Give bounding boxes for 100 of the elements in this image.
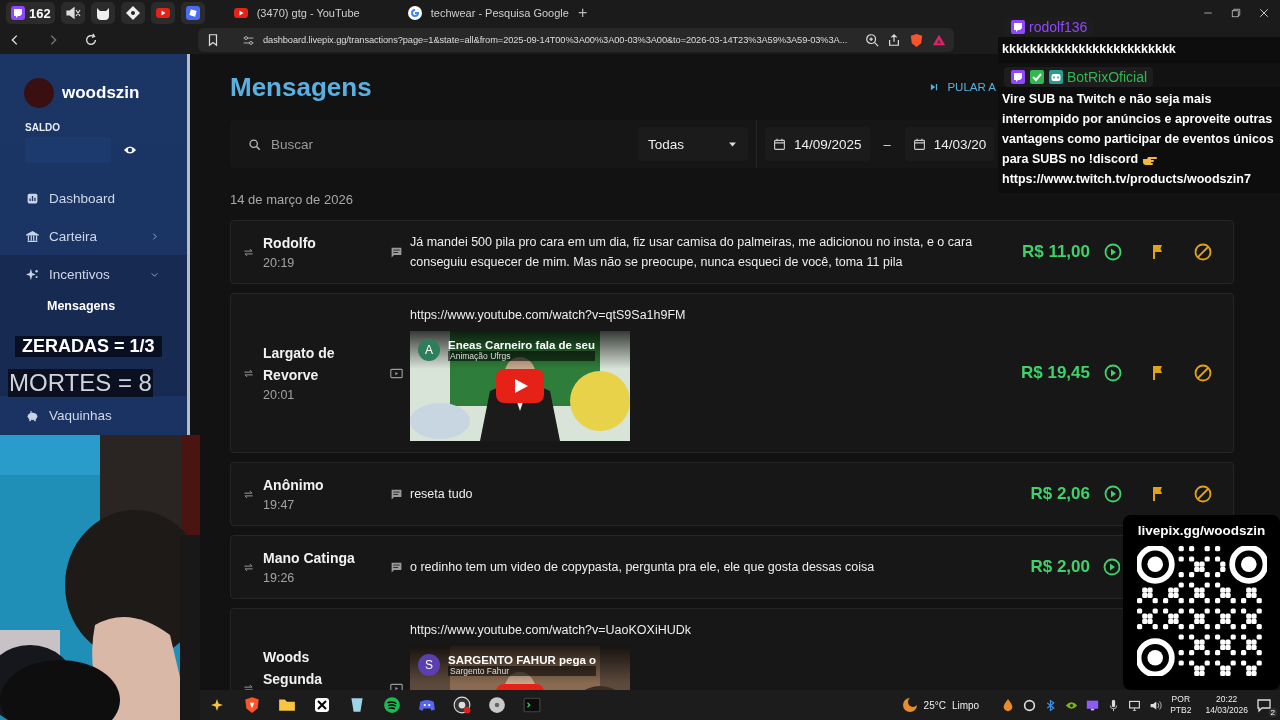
zoom-icon[interactable] (865, 33, 879, 47)
monitor-icon[interactable] (1086, 698, 1100, 712)
end-date-field[interactable]: 14/03/20 (904, 127, 995, 161)
donation-amount: R$ 2,00 (1030, 557, 1090, 576)
chat-username: BotRixOficial (1067, 69, 1148, 85)
clock-time[interactable]: 20:22 (1216, 694, 1238, 705)
sidebar-item[interactable]: Incentivos (0, 255, 187, 293)
check-icon (1029, 69, 1045, 85)
calendar-icon (912, 137, 926, 151)
sidebar-item[interactable]: Dashboard (0, 179, 187, 217)
transfer-icon (243, 561, 254, 573)
block-icon[interactable] (1193, 485, 1212, 503)
video-url[interactable]: https://www.youtube.com/watch?v=UaoKOXiHUDk (410, 620, 990, 640)
restore-icon[interactable] (1230, 7, 1242, 19)
sound-waves-icon[interactable] (382, 696, 401, 714)
pinned-tab[interactable]: 162 (6, 2, 55, 24)
muted-icon (64, 5, 81, 21)
terminal-icon[interactable] (522, 696, 541, 714)
pinned-tab[interactable] (180, 2, 205, 24)
donation-time: 20:01 (263, 387, 296, 404)
share-icon[interactable] (887, 33, 901, 47)
network-icon[interactable] (1128, 698, 1142, 712)
bookmark-icon[interactable] (206, 33, 220, 47)
video-url[interactable]: https://www.youtube.com/watch?v=qtS9Sa1h9FM (410, 305, 990, 325)
new-tab-button[interactable]: + (572, 4, 593, 22)
robot-icon (1048, 69, 1064, 85)
pinned-tab[interactable] (120, 2, 145, 24)
balance-label: SALDO (24, 121, 61, 135)
qr-label: livepix.gg/woodszin (1137, 523, 1266, 538)
donation-amount: R$ 11,00 (1021, 242, 1090, 261)
play-circle-icon[interactable] (1103, 364, 1122, 382)
page-title: Mensagens (230, 71, 372, 103)
video-title: SARGENTO FAHUR pega o (448, 654, 597, 666)
sliders-icon[interactable] (242, 33, 255, 47)
block-icon[interactable] (1193, 243, 1212, 261)
avatar (24, 78, 54, 108)
chat-message: kkkkkkkkkkkkkkkkkkkkkkkkk (998, 37, 1280, 63)
status-dropdown[interactable]: Todas (638, 127, 748, 161)
shield-icon[interactable] (242, 696, 261, 714)
reload-icon[interactable] (84, 33, 98, 47)
donation-message: reseta tudo (410, 486, 474, 503)
speaker-icon[interactable] (1149, 698, 1163, 712)
browser-tab[interactable]: (3470) gtg - YouTube (224, 1, 393, 25)
donation-message: Já mandei 500 pila pro cara em um dia, fiz usar camisa do palmeiras, me adicionou no insta, e o cara conseguiu esquecer de mim. Mas não se preocupe, nunca esqueci de você, toma 11 pila (410, 234, 974, 271)
browser-tab[interactable]: techwear - Pesquisa Google (398, 1, 567, 25)
pinned-tab[interactable] (60, 2, 85, 24)
counter-overlay: MORTES = 8 (8, 369, 153, 397)
weather-condition: Limpo (951, 699, 980, 711)
donor-name: Rodolfo (263, 234, 317, 253)
diamond-icon (124, 5, 141, 21)
play-button-icon[interactable] (496, 369, 544, 403)
language[interactable]: POR (1171, 694, 1191, 705)
video-title: Eneas Carneiro fala de seu (448, 339, 595, 351)
record-icon[interactable] (452, 696, 471, 714)
play-circle-icon[interactable] (1103, 243, 1122, 261)
play-button-icon (154, 5, 171, 21)
chart-icon (26, 191, 39, 205)
block-icon[interactable] (1193, 364, 1212, 382)
search-field[interactable]: Buscar (269, 135, 573, 153)
temperature: 25°C (923, 699, 946, 711)
donation-time: 20:19 (263, 255, 296, 272)
play-circle-icon[interactable] (1103, 485, 1122, 503)
clock-date[interactable]: 14/03/2026 (1205, 705, 1248, 716)
donor-name: Woods Segunda (263, 648, 324, 689)
notification-icon[interactable] (1256, 697, 1272, 713)
close-icon[interactable] (1258, 7, 1270, 19)
chat-bubble-icon (1010, 69, 1026, 85)
folder-icon[interactable] (277, 696, 296, 714)
chat-bubble-icon (1010, 19, 1026, 35)
triangle-icon[interactable] (932, 33, 946, 47)
disc-icon[interactable] (487, 696, 506, 714)
video-icon (390, 366, 403, 380)
skip-icon (929, 82, 940, 92)
pinned-tab[interactable] (90, 2, 115, 24)
skip-alert-button[interactable]: PULAR A (929, 81, 996, 93)
piggy-bank-icon (26, 408, 39, 422)
notification-count: 162 (29, 5, 51, 21)
g-letter-icon (406, 5, 423, 21)
donor-name: Mano Catinga (263, 549, 356, 568)
start-date-field[interactable]: 14/09/2025 (765, 127, 870, 161)
keyboard-layout[interactable]: PTB2 (1170, 705, 1192, 716)
sidebar-item[interactable]: Vaquinhas (0, 396, 187, 434)
x-square-icon[interactable] (313, 697, 330, 713)
chat-link[interactable]: https://www.twitch.tv/products/woodszin7 (1002, 172, 1251, 186)
sidebar-item[interactable]: Carteira (0, 217, 187, 255)
donor-name: Largato de Revorve (263, 344, 336, 385)
donation-amount: R$ 19,45 (1021, 363, 1090, 382)
transfer-icon (243, 367, 254, 379)
donation-time: 19:47 (263, 497, 296, 514)
channel-name: Animação Ufrgs (448, 351, 595, 361)
sidebar-subitem[interactable]: Mensagens (0, 293, 116, 319)
cube-icon (184, 5, 201, 21)
moon-icon (901, 697, 918, 713)
pinned-tab[interactable] (150, 2, 175, 24)
message-icon (390, 487, 403, 501)
chat-username: rodolf136 (1029, 19, 1088, 35)
circle-icon[interactable] (1023, 698, 1037, 712)
donation-message: o redinho tem um video de copypasta, pergunta pra ele, ele que gosta dessas coisa (410, 559, 876, 576)
play-button-icon (232, 5, 249, 21)
calendar-icon (773, 137, 786, 151)
